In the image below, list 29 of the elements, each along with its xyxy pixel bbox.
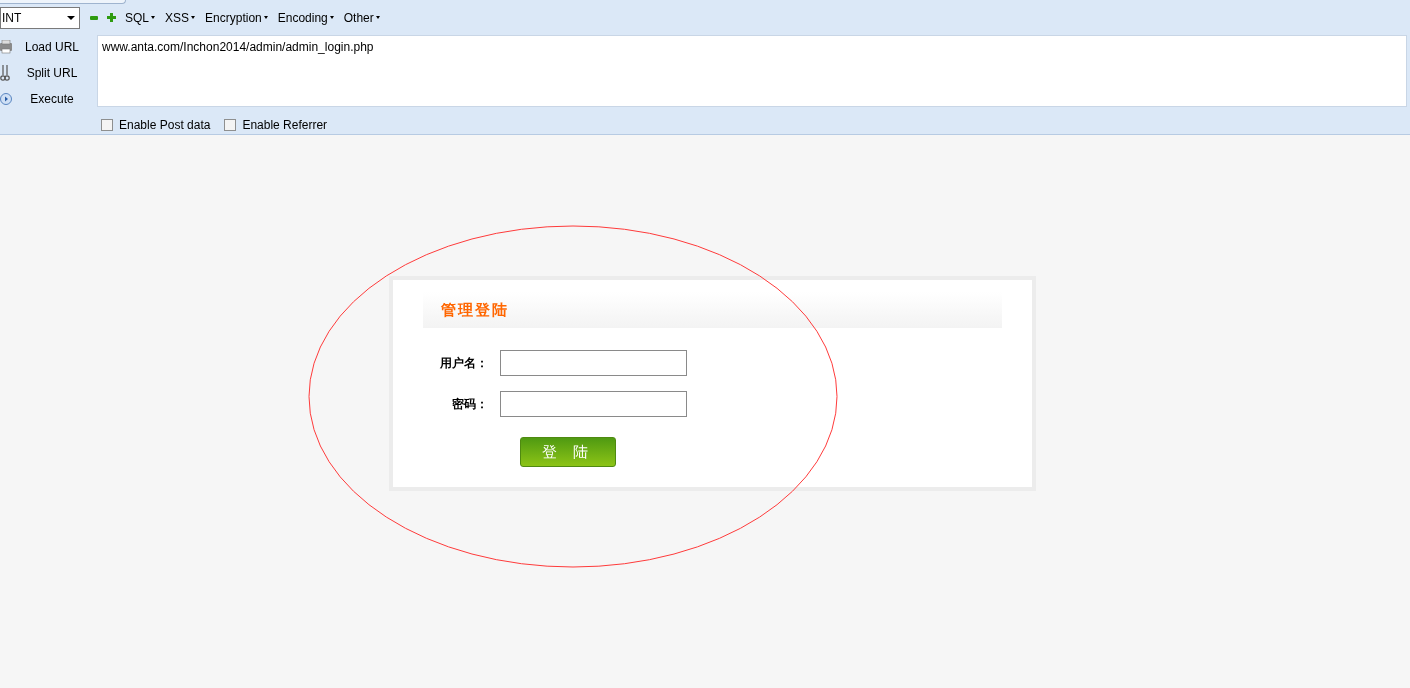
option-label: Enable Post data [119, 117, 211, 134]
menu-button[interactable]: Other [343, 8, 380, 27]
url-field[interactable]: www.anta.com/Inchon2014/admin/admin_login.php [97, 35, 1407, 107]
dropdown-caret-icon [67, 15, 75, 20]
caret-icon [375, 16, 380, 20]
checkbox[interactable] [101, 119, 113, 131]
menu-button[interactable]: XSS [165, 8, 196, 27]
menu-button[interactable]: Encoding [277, 8, 334, 27]
field-label: 用户名： [439, 355, 488, 372]
minus-icon[interactable] [90, 14, 98, 21]
printer-icon [0, 40, 12, 54]
checkbox[interactable] [224, 119, 237, 131]
menu-button[interactable]: SQL [125, 8, 155, 27]
caret-icon [191, 16, 196, 20]
action-button[interactable]: Execute [23, 90, 81, 108]
caret-icon [263, 16, 268, 20]
caret-icon [151, 16, 155, 20]
input-field[interactable] [500, 350, 687, 376]
action-button[interactable]: Load URL [23, 38, 81, 56]
plus-icon[interactable] [107, 13, 116, 23]
menu-button[interactable]: Encryption [205, 8, 268, 27]
option-label: Enable Referrer [242, 117, 328, 134]
input-field[interactable] [500, 391, 687, 417]
login-title: 管理登陆 [441, 299, 509, 320]
field-label: 密码： [451, 396, 488, 413]
caret-icon [329, 16, 334, 20]
action-button[interactable]: Split URL [23, 64, 81, 82]
mode-select[interactable]: INT [0, 6, 80, 29]
scissors-icon [0, 65, 10, 81]
